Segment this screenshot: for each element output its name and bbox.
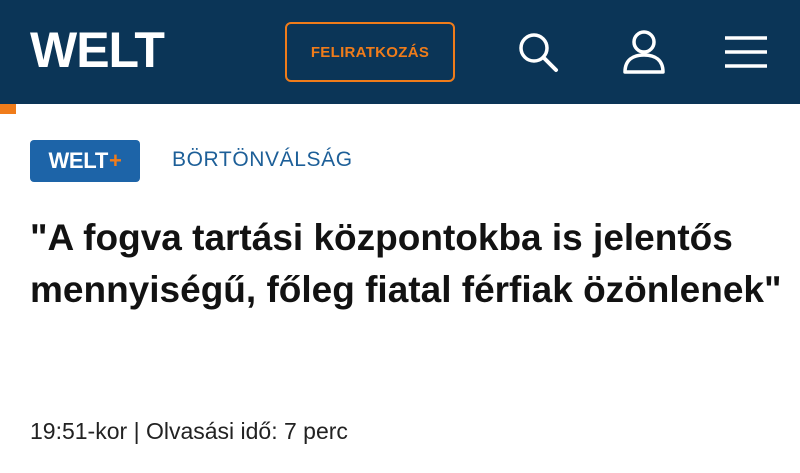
welt-plus-badge[interactable]: WELT + [30, 140, 140, 182]
reading-time: Olvasási idő: 7 perc [145, 418, 348, 444]
header-accent-bar [0, 104, 16, 114]
search-button[interactable] [514, 28, 562, 76]
section-link[interactable]: BÖRTÖNVÁLSÁG [172, 148, 353, 172]
site-header: WELT FELIRATKOZÁS [0, 0, 800, 104]
badge-text: WELT [48, 148, 108, 173]
user-icon [623, 30, 665, 74]
article-headline[interactable]: "A fogva tartási központokba is jelentős… [30, 212, 790, 316]
badge-plus: + [108, 148, 122, 173]
menu-icon [725, 36, 767, 68]
search-icon [519, 33, 558, 72]
publish-time: 19:51-kor [30, 418, 128, 444]
account-button[interactable] [620, 28, 668, 76]
welt-logo[interactable]: WELT [30, 22, 165, 78]
article-meta: 19:51-kor | Olvasási idő: 7 perc [30, 418, 348, 445]
menu-button[interactable] [722, 28, 770, 76]
subscribe-button[interactable]: FELIRATKOZÁS [285, 22, 455, 82]
meta-separator: | [133, 418, 140, 444]
